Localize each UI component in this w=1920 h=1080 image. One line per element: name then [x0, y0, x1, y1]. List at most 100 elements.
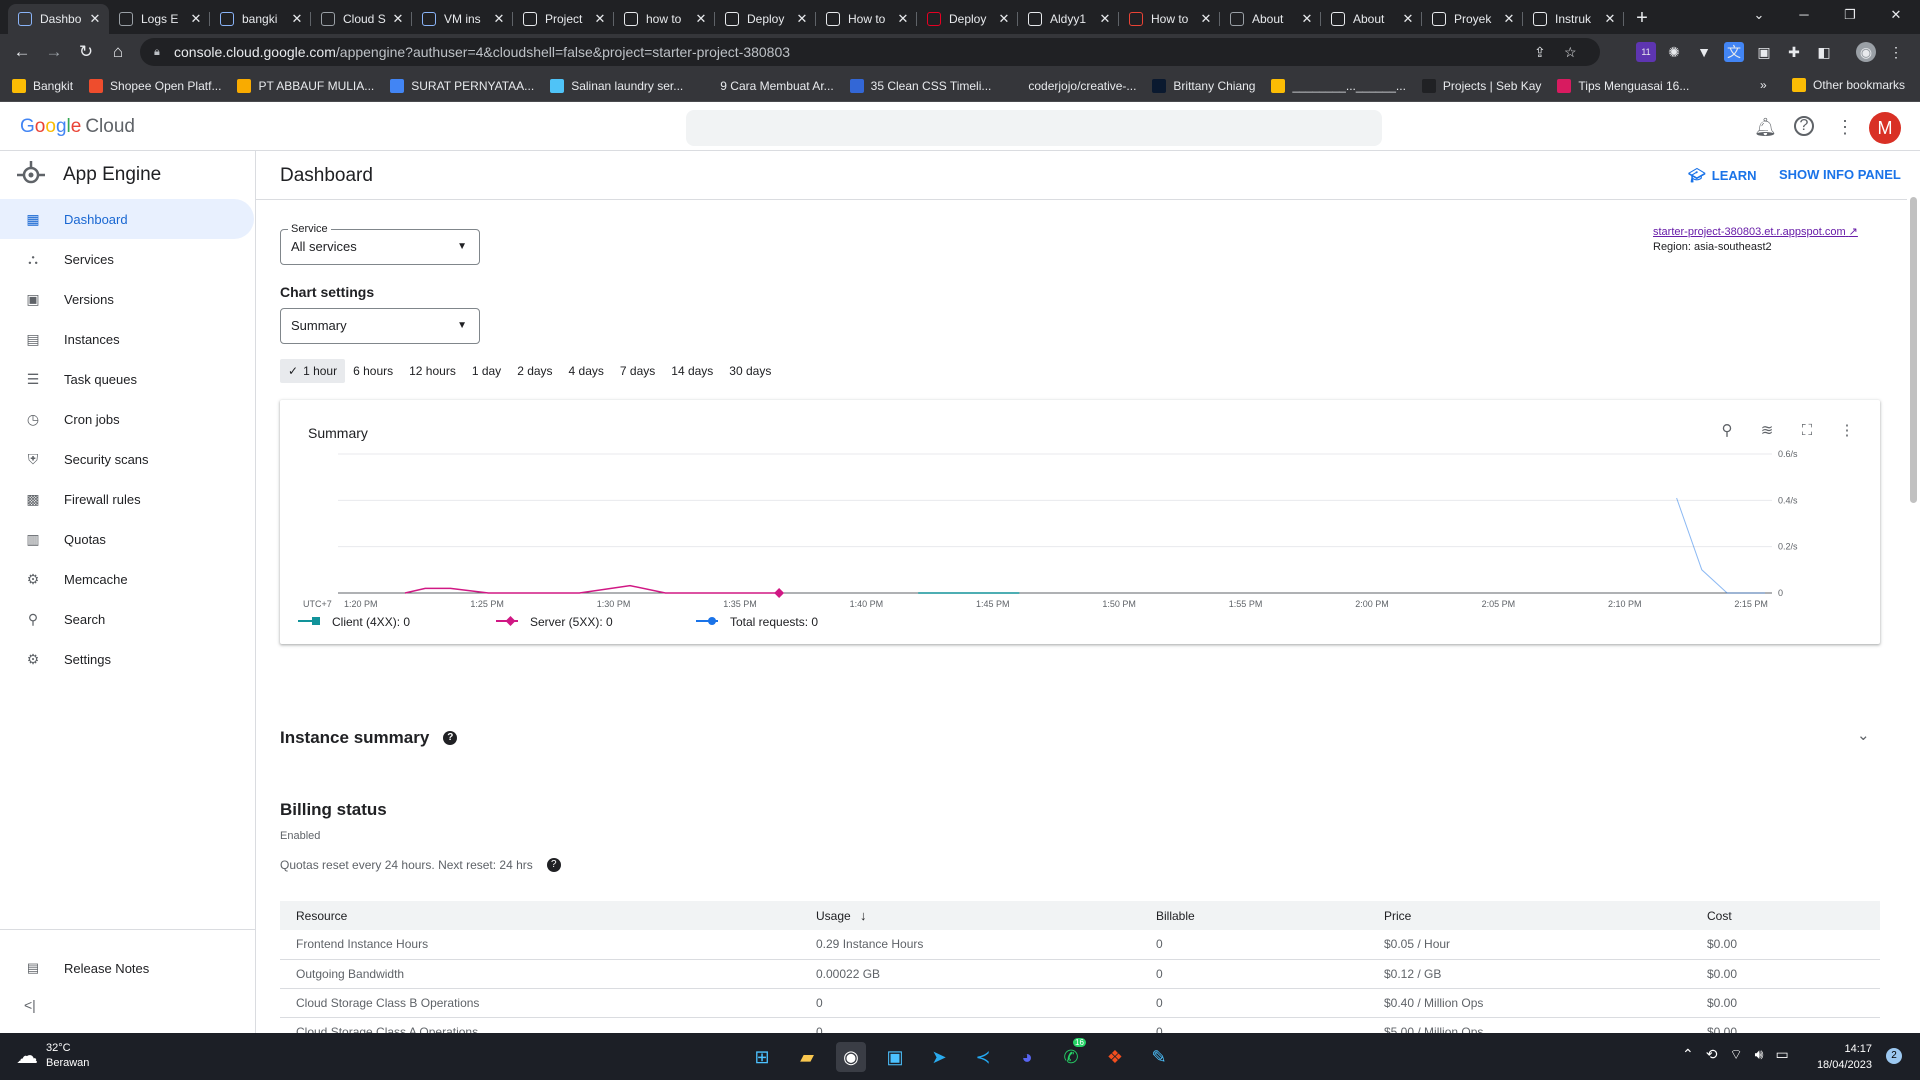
bookmark-item[interactable]: Brittany Chiang	[1152, 78, 1255, 93]
browser-tab[interactable]: Deploy ✕	[917, 4, 1018, 34]
time-range-30-days[interactable]: 30 days	[721, 359, 779, 383]
bookmark-item[interactable]: Bangkit	[12, 78, 73, 93]
account-avatar[interactable]: M	[1869, 112, 1901, 144]
minimize-button[interactable]: ─	[1781, 0, 1827, 30]
browser-tab[interactable]: how to ✕	[614, 4, 715, 34]
chrome-menu-icon[interactable]: ⋮	[1886, 42, 1906, 62]
figma-icon[interactable]: ❖	[1100, 1042, 1130, 1072]
bookmark-item[interactable]: SURAT PERNYATAA...	[390, 78, 534, 93]
help-icon[interactable]: ?	[546, 858, 561, 872]
sidebar-item-firewall-rules[interactable]: ▩ Firewall rules	[0, 479, 255, 519]
close-tab-icon[interactable]: ✕	[1602, 11, 1618, 27]
bookmark-item[interactable]: coderjojo/creative-...	[1007, 78, 1136, 93]
app-url-link[interactable]: starter-project-380803.et.r.appspot.com …	[1653, 225, 1858, 238]
time-range-4-days[interactable]: 4 days	[561, 359, 612, 383]
sidebar-item-task-queues[interactable]: ☰ Task queues	[0, 359, 255, 399]
release-notes-link[interactable]: ▤ Release Notes	[0, 948, 255, 988]
extension-badge-icon[interactable]: 11	[1636, 42, 1656, 62]
browser-tab[interactable]: Project ✕	[513, 4, 614, 34]
collapse-sidebar-icon[interactable]: <|	[24, 997, 36, 1013]
file-explorer-icon[interactable]: ▰	[792, 1042, 822, 1072]
help-icon[interactable]: ?	[443, 731, 458, 745]
share-icon[interactable]: ⇪	[1534, 38, 1546, 66]
profile-avatar[interactable]: ◉	[1856, 42, 1876, 62]
close-window-button[interactable]: ✕	[1873, 0, 1919, 30]
store-icon[interactable]: ▣	[880, 1042, 910, 1072]
console-search-input[interactable]	[686, 110, 1382, 146]
service-select[interactable]: Service All services ▼	[280, 222, 480, 265]
column-header[interactable]: Usage ↓	[800, 901, 1140, 930]
instance-summary-heading[interactable]: Instance summary ?	[280, 728, 458, 748]
weather-widget[interactable]: ☁︎ 32°C Berawan	[16, 1041, 89, 1071]
extension-box-icon[interactable]: ▣	[1754, 42, 1774, 62]
side-panel-icon[interactable]: ◧	[1814, 42, 1834, 62]
bookmark-item[interactable]: PT ABBAUF MULIA...	[237, 78, 374, 93]
reload-icon[interactable]: ↻	[74, 40, 98, 64]
zoom-icon[interactable]: ⚲	[1716, 420, 1738, 442]
sidebar-item-security-scans[interactable]: ⛨ Security scans	[0, 439, 255, 479]
sidebar-item-settings[interactable]: ⚙ Settings	[0, 639, 255, 679]
home-icon[interactable]: ⌂	[106, 40, 130, 64]
bookmark-item[interactable]: Shopee Open Platf...	[89, 78, 221, 93]
time-range-1-day[interactable]: 1 day	[464, 359, 509, 383]
bookmark-item[interactable]: Tips Menguasai 16...	[1557, 78, 1689, 93]
browser-tab[interactable]: Logs E ✕	[109, 4, 210, 34]
close-tab-icon[interactable]: ✕	[592, 11, 608, 27]
other-bookmarks[interactable]: Other bookmarks	[1792, 78, 1905, 92]
tab-search-icon[interactable]: ⌄	[1736, 0, 1782, 30]
notification-badge[interactable]: 2	[1886, 1048, 1902, 1064]
browser-tab[interactable]: VM ins ✕	[412, 4, 513, 34]
bookmark-item[interactable]: ________...______...	[1271, 78, 1406, 93]
close-tab-icon[interactable]: ✕	[693, 11, 709, 27]
browser-tab[interactable]: bangki ✕	[210, 4, 311, 34]
fullscreen-icon[interactable]: ⛶	[1796, 420, 1818, 442]
legend-toggle-icon[interactable]: ≋	[1756, 420, 1778, 442]
close-tab-icon[interactable]: ✕	[1097, 11, 1113, 27]
time-range-2-days[interactable]: 2 days	[509, 359, 560, 383]
time-range-12-hours[interactable]: 12 hours	[401, 359, 464, 383]
extension-vpn-icon[interactable]: ▼	[1694, 42, 1714, 62]
system-clock[interactable]: 14:17 18/04/2023	[1812, 1041, 1872, 1073]
time-range-7-days[interactable]: 7 days	[612, 359, 663, 383]
chrome-icon[interactable]: ◉	[836, 1042, 866, 1072]
telegram-icon[interactable]: ➤	[924, 1042, 954, 1072]
back-icon[interactable]: ←	[10, 40, 34, 64]
close-tab-icon[interactable]: ✕	[390, 11, 406, 27]
time-range-1-hour[interactable]: ✓ 1 hour	[280, 359, 346, 383]
sort-descending-icon[interactable]: ↓	[860, 908, 867, 923]
browser-tab[interactable]: Dashbo ✕	[8, 4, 109, 34]
discord-icon[interactable]: ◕	[1012, 1042, 1042, 1072]
close-tab-icon[interactable]: ✕	[996, 11, 1012, 27]
forward-icon[interactable]: →	[42, 40, 66, 64]
browser-tab[interactable]: Deploy ✕	[715, 4, 816, 34]
browser-tab[interactable]: About ✕	[1321, 4, 1422, 34]
sidebar-item-dashboard[interactable]: ▦ Dashboard	[0, 199, 254, 239]
vscode-icon[interactable]: ≺	[968, 1042, 998, 1072]
browser-tab[interactable]: About ✕	[1220, 4, 1321, 34]
battery-icon[interactable]: ▭	[1775, 1046, 1788, 1064]
close-tab-icon[interactable]: ✕	[794, 11, 810, 27]
learn-button[interactable]: 🎓︎ LEARN	[1688, 167, 1757, 184]
bookmark-item[interactable]: Salinan laundry ser...	[550, 78, 683, 93]
sync-icon[interactable]: ⟲	[1706, 1046, 1718, 1064]
volume-icon[interactable]: 🔊︎	[1755, 1046, 1764, 1064]
close-tab-icon[interactable]: ✕	[895, 11, 911, 27]
time-range-6-hours[interactable]: 6 hours	[345, 359, 401, 383]
more-options-icon[interactable]: ⋮	[1834, 116, 1856, 138]
close-tab-icon[interactable]: ✕	[188, 11, 204, 27]
translate-icon[interactable]: 文	[1724, 42, 1744, 62]
bookmark-item[interactable]: 35 Clean CSS Timeli...	[849, 78, 991, 93]
browser-tab[interactable]: How to ✕	[816, 4, 917, 34]
browser-tab[interactable]: Proyek ✕	[1422, 4, 1523, 34]
time-range-14-days[interactable]: 14 days	[663, 359, 721, 383]
address-bar[interactable]: 🔒︎ console.cloud.google.com/appengine?au…	[140, 38, 1600, 66]
bookmark-item[interactable]: 9 Cara Membuat Ar...	[699, 78, 834, 93]
sidebar-item-memcache[interactable]: ⚙ Memcache	[0, 559, 255, 599]
tray-overflow-icon[interactable]: ⌃	[1682, 1046, 1694, 1064]
extension-puzzle-icon[interactable]: ✺	[1664, 42, 1684, 62]
paint-icon[interactable]: ✎	[1144, 1042, 1174, 1072]
close-tab-icon[interactable]: ✕	[491, 11, 507, 27]
restore-button[interactable]: ❐	[1827, 0, 1873, 30]
sidebar-item-services[interactable]: ⛬ Services	[0, 239, 255, 279]
page-scrollbar[interactable]	[1907, 151, 1920, 1033]
